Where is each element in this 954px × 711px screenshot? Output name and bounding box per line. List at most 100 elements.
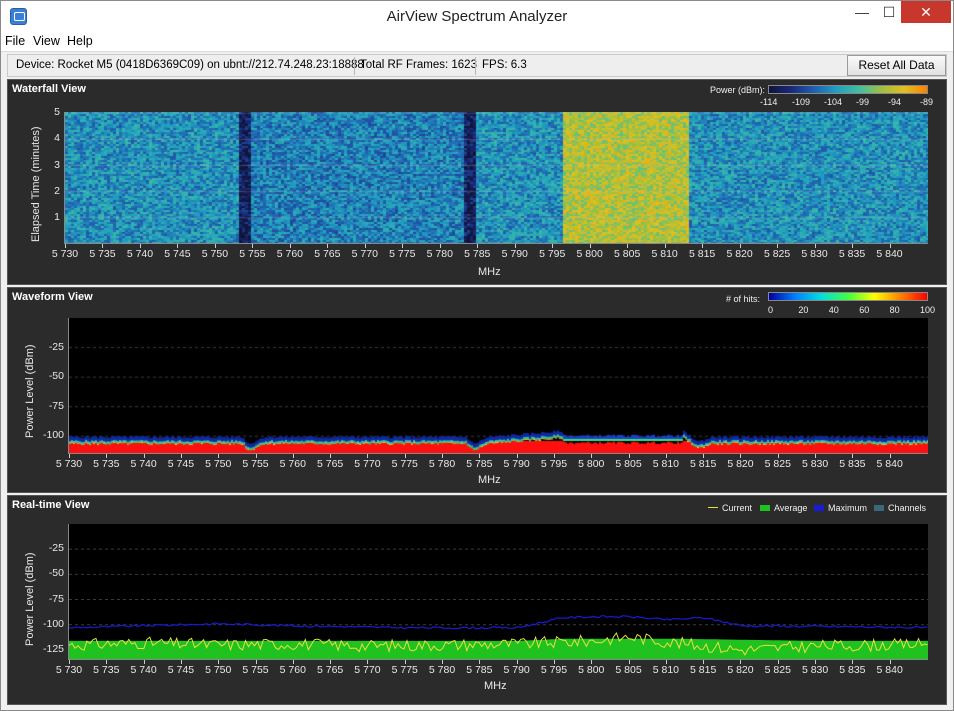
x-tick-label: 5 835: [839, 664, 866, 676]
x-tick-mark: [255, 660, 257, 664]
legend-tick: -94: [888, 97, 902, 107]
x-tick-mark: [292, 660, 294, 664]
x-tick-mark: [252, 244, 254, 248]
maximum-line: [69, 615, 928, 630]
x-tick-mark: [143, 454, 145, 458]
window-title: AirView Spectrum Analyzer: [386, 8, 568, 25]
x-tick-label: 5 780: [426, 248, 453, 260]
legend-tick: -114: [760, 97, 778, 107]
legend-tick: 60: [859, 305, 870, 315]
x-tick-label: 5 735: [89, 248, 116, 260]
menu-file[interactable]: File: [5, 34, 25, 48]
legend-swatch-average: [760, 505, 770, 511]
power-colorbar: [768, 85, 928, 94]
x-tick-mark: [852, 660, 854, 664]
realtime-plot[interactable]: [68, 524, 928, 660]
x-tick-mark: [404, 454, 406, 458]
x-tick-mark: [479, 660, 481, 664]
y-tick-label: -50: [48, 370, 64, 383]
x-tick-mark: [439, 244, 441, 248]
x-tick-label: 5 775: [391, 458, 418, 470]
waveform-title: Waveform View: [12, 291, 93, 303]
x-tick-mark: [330, 454, 332, 458]
x-tick-mark: [591, 454, 593, 458]
x-tick-label: 5 805: [615, 664, 642, 676]
x-tick-label: 5 765: [316, 664, 344, 676]
x-tick-label: 5 740: [130, 458, 157, 470]
realtime-x-label: MHz: [484, 680, 507, 692]
x-tick-label: 5 805: [614, 248, 641, 260]
x-tick-mark: [177, 244, 179, 248]
waveform-x-label: MHz: [478, 474, 501, 486]
x-tick-mark: [106, 660, 108, 664]
x-tick-label: 5 775: [391, 664, 418, 676]
legend-tick: 0: [768, 305, 774, 315]
x-tick-label: 5 765: [314, 248, 341, 260]
x-tick-mark: [814, 244, 816, 248]
x-tick-mark: [591, 660, 593, 664]
x-tick-label: 5 815: [688, 248, 716, 260]
x-tick-mark: [180, 454, 182, 458]
waveform-plot[interactable]: [68, 318, 928, 454]
x-tick-label: 5 810: [651, 248, 678, 260]
x-tick-mark: [852, 454, 854, 458]
x-tick-mark: [514, 244, 516, 248]
waveform-y-label: Power Level (dBm): [24, 344, 36, 438]
x-tick-label: 5 785: [466, 664, 493, 676]
legend-tick: 20: [798, 305, 809, 315]
x-tick-mark: [740, 454, 742, 458]
x-tick-mark: [815, 454, 817, 458]
x-tick-mark: [889, 244, 891, 248]
x-tick-label: 5 830: [801, 248, 828, 260]
x-tick-mark: [740, 660, 742, 664]
waterfall-title: Waterfall View: [12, 83, 86, 95]
legend-tick: -109: [792, 97, 811, 107]
x-tick-label: 5 810: [652, 458, 679, 470]
minimize-button[interactable]: —: [847, 1, 877, 23]
device-info: Device: Rocket M5 (0418D6369C09) on ubnt…: [16, 59, 364, 71]
x-tick-label: 5 795: [539, 248, 566, 260]
legend-label-maximum: Maximum: [828, 503, 868, 513]
waterfall-plot[interactable]: [64, 112, 928, 244]
x-tick-label: 5 800: [578, 664, 605, 676]
x-tick-mark: [402, 244, 404, 248]
x-tick-label: 5 800: [576, 248, 603, 260]
reset-all-data-button[interactable]: Reset All Data: [847, 55, 946, 76]
y-tick-label: -25: [48, 542, 64, 555]
legend-label-current: Current: [722, 503, 753, 513]
maximize-button[interactable]: ☐: [877, 1, 901, 23]
y-tick-label: -125: [42, 642, 64, 655]
x-tick-label: 5 745: [167, 458, 195, 470]
legend-tick: 80: [889, 305, 900, 315]
status-toolbar: Device: Rocket M5 (0418D6369C09) on ubnt…: [7, 54, 947, 77]
legend-swatch-maximum: [814, 505, 824, 511]
x-tick-mark: [889, 660, 891, 664]
x-tick-label: 5 815: [690, 664, 717, 676]
x-tick-label: 5 755: [239, 248, 266, 260]
x-tick-mark: [777, 660, 779, 664]
x-tick-label: 5 755: [242, 458, 269, 470]
x-tick-label: 5 790: [501, 248, 528, 260]
y-tick-label: -75: [48, 592, 64, 605]
x-tick-label: 5 820: [726, 248, 753, 260]
menu-view[interactable]: View: [33, 34, 60, 48]
title-bar[interactable]: AirView Spectrum Analyzer — ☐ ✕: [1, 1, 953, 32]
x-tick-label: 5 825: [763, 248, 791, 260]
y-tick-label: -100: [42, 429, 64, 442]
legend-tick: 40: [828, 305, 839, 315]
x-tick-mark: [552, 244, 554, 248]
x-tick-mark: [143, 660, 145, 664]
x-tick-label: 5 840: [876, 664, 903, 676]
menu-help[interactable]: Help: [67, 34, 93, 48]
legend-tick: -89: [920, 97, 934, 107]
x-tick-label: 5 790: [503, 458, 530, 470]
legend-tick: -104: [824, 97, 843, 107]
x-tick-label: 5 805: [615, 458, 642, 470]
x-tick-mark: [628, 660, 630, 664]
realtime-panel: Real-time View Current Average Maximum Chan…: [7, 495, 947, 705]
x-tick-mark: [69, 454, 70, 458]
waterfall-panel: Waterfall View Power (dBm): -114 -109 -104…: [7, 79, 947, 285]
x-tick-label: 5 785: [466, 458, 493, 470]
menu-bar: File View Help: [1, 32, 953, 52]
close-button[interactable]: ✕: [901, 1, 951, 23]
